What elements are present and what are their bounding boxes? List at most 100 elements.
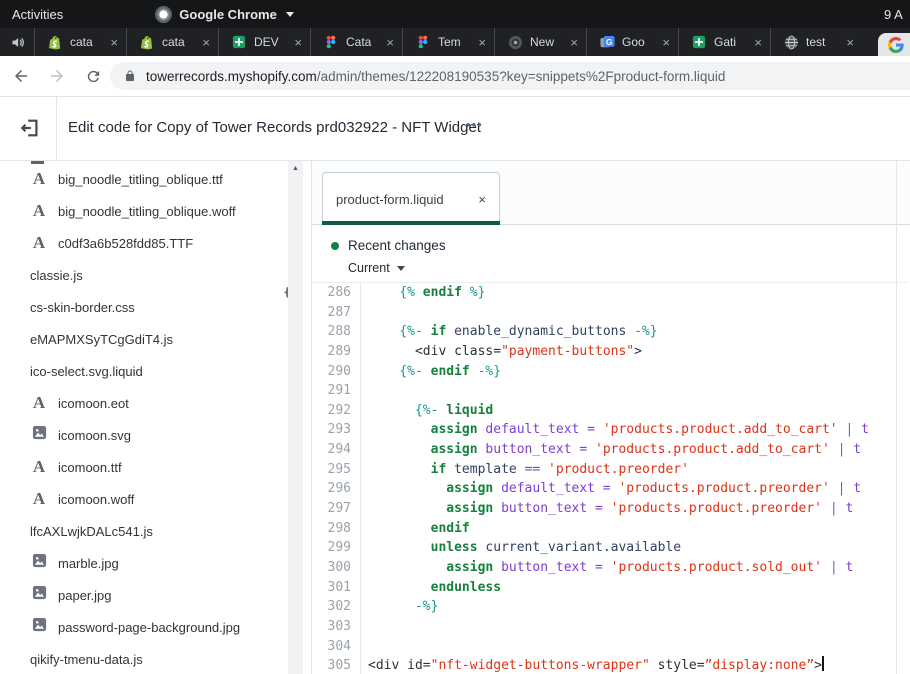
code-line-303[interactable]: 303 (312, 617, 896, 637)
code-line-296[interactable]: 296 assign default_text = 'products.prod… (312, 479, 896, 499)
editor-tab-product-form[interactable]: product-form.liquid × (322, 172, 500, 225)
lock-icon (124, 69, 136, 83)
line-number: 303 (312, 617, 361, 637)
browser-tab-test[interactable]: test× (770, 28, 862, 56)
tab-label: Goo (622, 35, 655, 49)
file-row[interactable]: {/}eMAPMXSyTCgGdiT4.js (0, 323, 286, 355)
svg-text:G: G (605, 36, 612, 46)
line-number: 291 (312, 381, 361, 401)
code-line-289[interactable]: 289 <div class="payment-buttons"> (312, 342, 896, 362)
reload-button[interactable] (78, 61, 108, 91)
code-area[interactable]: 286 {% endif %}287288 {%- if enable_dyna… (312, 283, 896, 674)
code-line-299[interactable]: 299 unless current_variant.available (312, 538, 896, 558)
line-content: <div id="nft-widget-buttons-wrapper" sty… (361, 656, 824, 674)
code-line-287[interactable]: 287 (312, 303, 896, 323)
code-line-301[interactable]: 301 endunless (312, 578, 896, 598)
forward-button[interactable] (42, 61, 72, 91)
browser-tab-goo[interactable]: G Goo × (586, 28, 678, 56)
file-name: c0df3a6b528fdd85.TTF (58, 236, 193, 251)
browser-tab-gati[interactable]: Gati× (678, 28, 770, 56)
code-line-292[interactable]: 292 {%- liquid (312, 401, 896, 421)
file-sidebar: Abig_noodle_titling_oblique.ttfAbig_nood… (0, 161, 311, 674)
file-name: paper.jpg (58, 588, 112, 603)
line-number: 293 (312, 420, 361, 440)
file-row[interactable]: {/}qikify-tmenu-data.js (0, 643, 286, 674)
code-file-icon: {/} (0, 285, 311, 299)
browser-tab-tem[interactable]: Tem × (402, 28, 494, 56)
file-row[interactable]: password-page-background.jpg (0, 611, 286, 643)
file-row[interactable]: Ac0df3a6b528fdd85.TTF (0, 227, 286, 259)
code-line-302[interactable]: 302 -%} (312, 597, 896, 617)
tab-close-icon[interactable]: × (478, 36, 486, 49)
browser-tab-active-partial[interactable] (878, 33, 910, 56)
line-number: 295 (312, 460, 361, 480)
file-row[interactable]: Aicomoon.woff (0, 483, 286, 515)
file-row[interactable]: paper.jpg (0, 579, 286, 611)
globe-favicon (783, 34, 799, 50)
tab-label: cata (162, 35, 195, 49)
file-row[interactable]: icomoon.svg (0, 419, 286, 451)
code-line-293[interactable]: 293 assign default_text = 'products.prod… (312, 420, 896, 440)
back-button[interactable] (6, 61, 36, 91)
chevron-down-icon (286, 12, 294, 17)
sheets-favicon (691, 34, 707, 50)
file-row[interactable]: Abig_noodle_titling_oblique.ttf (0, 163, 286, 195)
font-file-icon: A (30, 234, 48, 252)
tab-close-icon[interactable]: × (110, 36, 118, 49)
address-bar[interactable]: towerrecords.myshopify.com/admin/themes/… (110, 62, 910, 90)
file-row[interactable]: {/}ico-select.svg.liquid (0, 355, 286, 387)
tab-close-icon[interactable]: × (662, 36, 670, 49)
tab-close-icon[interactable]: × (570, 36, 578, 49)
header-divider (56, 97, 57, 160)
app-menu[interactable]: Google Chrome (155, 6, 294, 23)
tab-close-icon[interactable]: × (294, 36, 302, 49)
code-line-297[interactable]: 297 assign button_text = 'products.produ… (312, 499, 896, 519)
browser-tab-cata[interactable]: Cata × (310, 28, 402, 56)
code-line-304[interactable]: 304 (312, 637, 896, 657)
file-name: big_noodle_titling_oblique.ttf (58, 172, 223, 187)
exit-code-editor-button[interactable] (16, 114, 44, 142)
file-row[interactable]: Abig_noodle_titling_oblique.woff (0, 195, 286, 227)
code-line-300[interactable]: 300 assign button_text = 'products.produ… (312, 558, 896, 578)
code-line-298[interactable]: 298 endif (312, 519, 896, 539)
code-line-305[interactable]: 305<div id="nft-widget-buttons-wrapper" … (312, 656, 896, 674)
tab-close-icon[interactable]: × (202, 36, 210, 49)
file-row[interactable]: {/}lfcAXLwjkDALc541.js (0, 515, 286, 547)
editor-tab-close-icon[interactable]: × (478, 192, 486, 207)
tab-label: Tem (438, 35, 471, 49)
code-line-288[interactable]: 288 {%- if enable_dynamic_buttons -%} (312, 322, 896, 342)
google-favicon (888, 37, 904, 53)
code-line-294[interactable]: 294 assign button_text = 'products.produ… (312, 440, 896, 460)
dropdown-caret-icon (397, 266, 405, 271)
code-line-295[interactable]: 295 if template == 'product.preorder' (312, 460, 896, 480)
activities-button[interactable]: Activities (12, 7, 63, 22)
file-row[interactable]: marble.jpg (0, 547, 286, 579)
tab-close-icon[interactable]: × (754, 36, 762, 49)
screen: Activities Google Chrome 9 A cata×cata×D… (0, 0, 910, 674)
code-line-290[interactable]: 290 {%- endif -%} (312, 362, 896, 382)
browser-tab-new[interactable]: New× (494, 28, 586, 56)
code-line-291[interactable]: 291 (312, 381, 896, 401)
sidebar-scrollbar[interactable]: ▲ (288, 161, 303, 674)
tab-label: Cata (346, 35, 379, 49)
line-number: 292 (312, 401, 361, 421)
file-list: Abig_noodle_titling_oblique.ttfAbig_nood… (0, 163, 286, 674)
image-file-icon (30, 585, 48, 605)
sheets-favicon (231, 34, 247, 50)
file-row[interactable]: Aicomoon.eot (0, 387, 286, 419)
file-name: classie.js (30, 268, 83, 283)
code-line-286[interactable]: 286 {% endif %} (312, 283, 896, 303)
tab-close-icon[interactable]: × (846, 36, 854, 49)
version-dropdown[interactable]: Current (348, 261, 405, 275)
browser-tab-dev[interactable]: DEV× (218, 28, 310, 56)
editor-tab-label: product-form.liquid (336, 192, 478, 207)
file-row[interactable]: Aicomoon.ttf (0, 451, 286, 483)
scroll-up-arrow-icon[interactable]: ▲ (288, 165, 303, 172)
browser-tab-cata[interactable]: cata × (126, 28, 218, 56)
text-cursor (822, 656, 824, 671)
tab-close-icon[interactable]: × (386, 36, 394, 49)
system-clock[interactable]: 9 A (884, 7, 903, 22)
line-number: 289 (312, 342, 361, 362)
more-menu-button[interactable]: ••• (466, 117, 483, 132)
browser-tab-cata[interactable]: cata× (34, 28, 126, 56)
